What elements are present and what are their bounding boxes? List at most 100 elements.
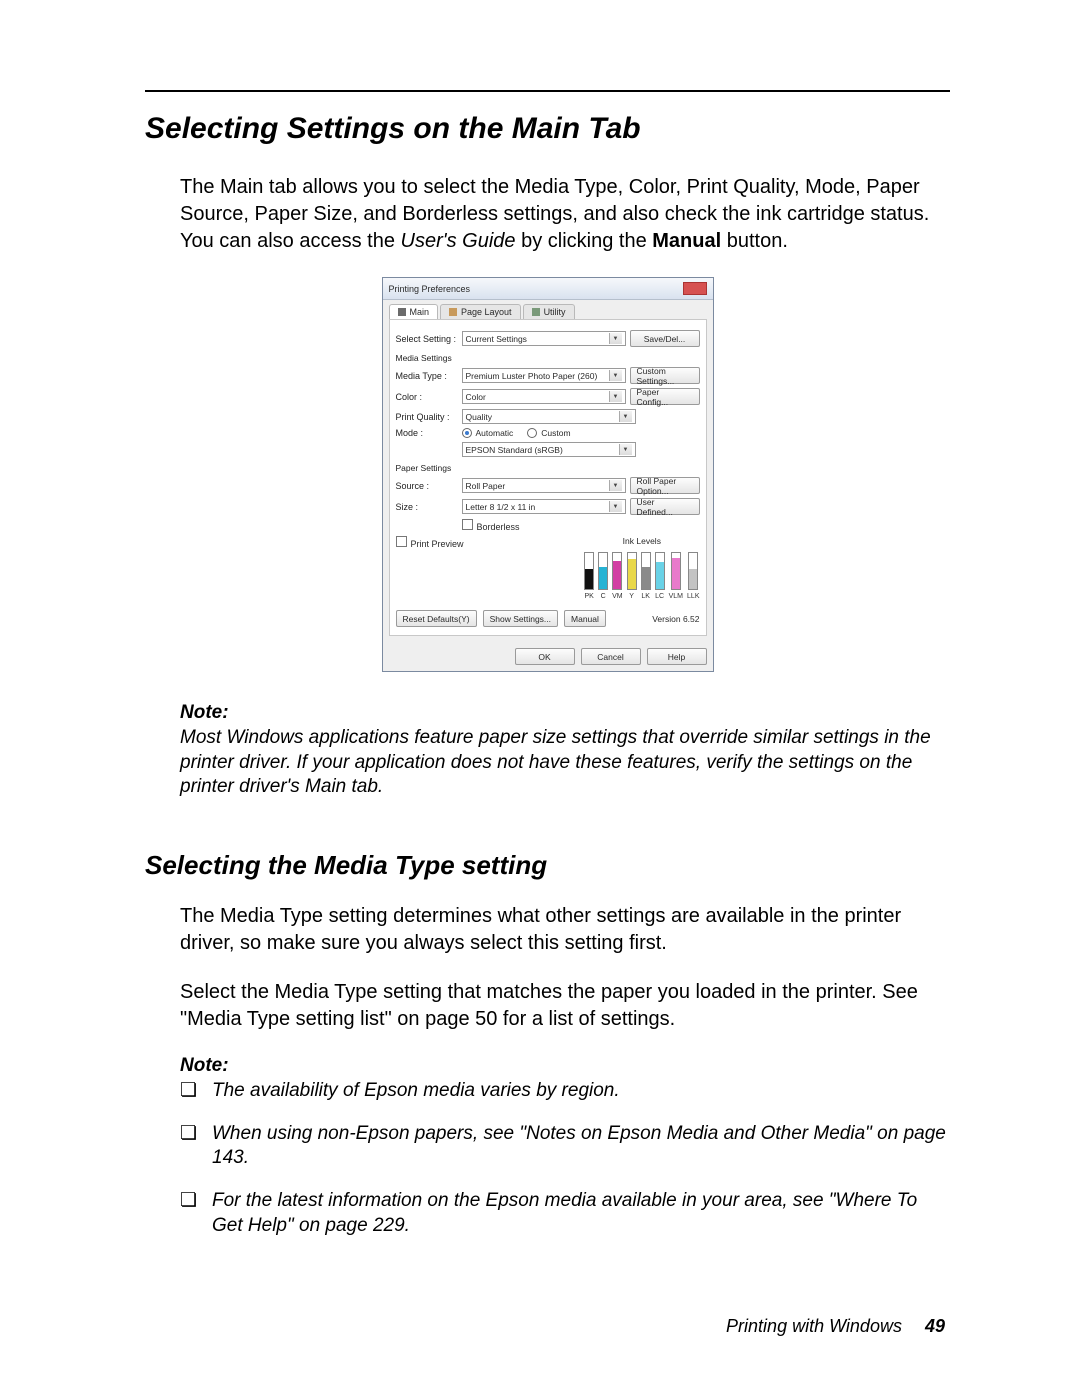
mode-label: Mode : bbox=[396, 428, 458, 438]
printing-preferences-dialog: Printing Preferences Main Page Layout Ut… bbox=[382, 277, 714, 672]
select-setting-combo[interactable]: Current Settings bbox=[462, 331, 626, 346]
page-footer: Printing with Windows 49 bbox=[726, 1316, 945, 1337]
color-value: Color bbox=[466, 392, 486, 402]
ink-bar: LK bbox=[641, 552, 651, 600]
size-combo[interactable]: Letter 8 1/2 x 11 in bbox=[462, 499, 626, 514]
paper-config-button[interactable]: Paper Config... bbox=[630, 388, 700, 405]
show-settings-button[interactable]: Show Settings... bbox=[483, 610, 558, 627]
ink-name: LC bbox=[655, 593, 664, 600]
borderless-label: Borderless bbox=[477, 522, 520, 532]
tab-main-label: Main bbox=[410, 307, 430, 317]
media-type-value: Premium Luster Photo Paper (260) bbox=[466, 371, 598, 381]
size-value: Letter 8 1/2 x 11 in bbox=[466, 502, 536, 512]
ink-bar: VLM bbox=[669, 552, 683, 600]
dialog-title: Printing Preferences bbox=[389, 284, 471, 294]
ink-levels-label: Ink Levels bbox=[584, 536, 699, 546]
tab-main[interactable]: Main bbox=[389, 304, 439, 319]
intro-b: by clicking the bbox=[516, 230, 653, 252]
media-type-para1: The Media Type setting determines what o… bbox=[145, 903, 950, 957]
chevron-down-icon bbox=[609, 391, 622, 402]
chevron-down-icon bbox=[619, 444, 632, 455]
checkbox-icon bbox=[462, 519, 473, 530]
mode-custom-radio[interactable]: Custom bbox=[527, 428, 570, 438]
tab-page-layout[interactable]: Page Layout bbox=[440, 304, 521, 319]
chevron-down-icon bbox=[609, 480, 622, 491]
intro-c: button. bbox=[721, 230, 788, 252]
close-icon[interactable] bbox=[683, 282, 707, 295]
paper-settings-group: Paper Settings bbox=[396, 463, 700, 473]
print-preview-checkbox[interactable]: Print Preview bbox=[396, 536, 464, 549]
print-quality-label: Print Quality : bbox=[396, 412, 458, 422]
intro-users-guide: User's Guide bbox=[401, 230, 516, 252]
ink-name: PK bbox=[584, 593, 593, 600]
ink-bar: PK bbox=[584, 552, 594, 600]
intro-paragraph: The Main tab allows you to select the Me… bbox=[145, 174, 950, 255]
footer-page-number: 49 bbox=[925, 1316, 945, 1336]
mode-profile-combo[interactable]: EPSON Standard (sRGB) bbox=[462, 442, 636, 457]
roll-paper-option-button[interactable]: Roll Paper Option... bbox=[630, 477, 700, 494]
help-button[interactable]: Help bbox=[647, 648, 707, 665]
radio-icon bbox=[527, 428, 537, 438]
ok-button[interactable]: OK bbox=[515, 648, 575, 665]
ink-name: LLK bbox=[687, 593, 699, 600]
borderless-checkbox[interactable]: Borderless bbox=[462, 519, 520, 532]
mode-automatic-radio[interactable]: Automatic bbox=[462, 428, 514, 438]
ink-name: C bbox=[601, 593, 606, 600]
print-quality-value: Quality bbox=[466, 412, 492, 422]
chevron-down-icon bbox=[609, 370, 622, 381]
user-defined-button[interactable]: User Defined... bbox=[630, 498, 700, 515]
select-setting-value: Current Settings bbox=[466, 334, 527, 344]
ink-name: VLM bbox=[669, 593, 683, 600]
reset-defaults-button[interactable]: Reset Defaults(Y) bbox=[396, 610, 477, 627]
tab-utility-label: Utility bbox=[544, 307, 566, 317]
radio-icon bbox=[462, 428, 472, 438]
ink-name: VM bbox=[612, 593, 623, 600]
ink-bar: LC bbox=[655, 552, 665, 600]
custom-settings-button[interactable]: Custom Settings... bbox=[630, 367, 700, 384]
note2-label: Note: bbox=[180, 1055, 950, 1077]
note2-item: For the latest information on the Epson … bbox=[212, 1189, 950, 1238]
heading-main-tab: Selecting Settings on the Main Tab bbox=[145, 112, 950, 146]
color-label: Color : bbox=[396, 392, 458, 402]
mode-auto-label: Automatic bbox=[476, 428, 514, 438]
heading-media-type: Selecting the Media Type setting bbox=[145, 850, 950, 881]
ink-name: LK bbox=[641, 593, 650, 600]
version-text: Version 6.52 bbox=[652, 614, 699, 624]
printer-icon bbox=[398, 308, 406, 316]
print-preview-label: Print Preview bbox=[411, 539, 464, 549]
manual-button[interactable]: Manual bbox=[564, 610, 606, 627]
ink-bar: LLK bbox=[687, 552, 699, 600]
ink-bar: C bbox=[598, 552, 608, 600]
ink-name: Y bbox=[629, 593, 634, 600]
chevron-down-icon bbox=[609, 501, 622, 512]
divider bbox=[145, 90, 950, 92]
utility-icon bbox=[532, 308, 540, 316]
checkbox-icon bbox=[396, 536, 407, 547]
select-setting-label: Select Setting : bbox=[396, 334, 458, 344]
note2-item: The availability of Epson media varies b… bbox=[212, 1079, 950, 1104]
media-settings-group: Media Settings bbox=[396, 353, 700, 363]
note1-label: Note: bbox=[180, 702, 950, 724]
media-type-para2: Select the Media Type setting that match… bbox=[145, 979, 950, 1033]
source-label: Source : bbox=[396, 481, 458, 491]
save-del-button[interactable]: Save/Del... bbox=[630, 330, 700, 347]
chevron-down-icon bbox=[609, 333, 622, 344]
mode-profile-value: EPSON Standard (sRGB) bbox=[466, 445, 563, 455]
note1-body: Most Windows applications feature paper … bbox=[180, 726, 950, 800]
media-type-label: Media Type : bbox=[396, 371, 458, 381]
source-combo[interactable]: Roll Paper bbox=[462, 478, 626, 493]
tab-page-layout-label: Page Layout bbox=[461, 307, 512, 317]
cancel-button[interactable]: Cancel bbox=[581, 648, 641, 665]
mode-custom-label: Custom bbox=[541, 428, 570, 438]
print-quality-combo[interactable]: Quality bbox=[462, 409, 636, 424]
page-layout-icon bbox=[449, 308, 457, 316]
tab-utility[interactable]: Utility bbox=[523, 304, 575, 319]
color-combo[interactable]: Color bbox=[462, 389, 626, 404]
media-type-combo[interactable]: Premium Luster Photo Paper (260) bbox=[462, 368, 626, 383]
source-value: Roll Paper bbox=[466, 481, 506, 491]
ink-bar: Y bbox=[627, 552, 637, 600]
ink-levels: PK C VM Y LK LC VLM LLK bbox=[584, 552, 699, 600]
note2-item: When using non-Epson papers, see "Notes … bbox=[212, 1122, 950, 1171]
ink-bar: VM bbox=[612, 552, 623, 600]
chevron-down-icon bbox=[619, 411, 632, 422]
